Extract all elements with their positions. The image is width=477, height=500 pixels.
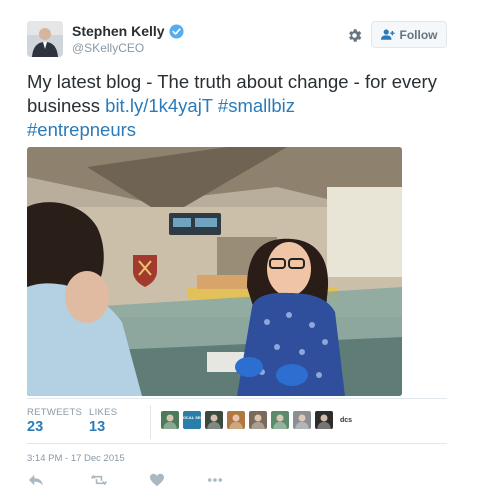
hashtag-entrepneurs[interactable]: #entrepneurs (27, 119, 136, 140)
retweeter-avatar-label: LOCAL SEO (183, 415, 201, 420)
follow-button[interactable]: Follow (371, 21, 447, 48)
likes-count[interactable]: 13 (89, 419, 105, 435)
tweet-link[interactable]: bit.ly/1k4yajT (105, 95, 213, 116)
hashtag-smallbiz[interactable]: #smallbiz (218, 95, 295, 116)
stats-top-divider (27, 398, 447, 399)
retweeter-avatars: LOCAL SEO dcs (161, 411, 359, 429)
stats-bottom-divider (27, 443, 447, 444)
author-name[interactable]: Stephen Kelly (72, 23, 165, 39)
retweeter-avatar[interactable] (249, 411, 267, 429)
reply-icon[interactable] (27, 473, 45, 487)
retweeter-avatar[interactable]: dcs (337, 411, 355, 429)
retweeter-avatar[interactable] (205, 411, 223, 429)
retweets-count[interactable]: 23 (27, 419, 43, 435)
heart-icon[interactable] (148, 473, 166, 487)
retweeter-avatar-label: dcs (340, 417, 352, 424)
retweeter-avatar[interactable] (315, 411, 333, 429)
add-user-icon (380, 29, 395, 40)
retweeter-avatar[interactable] (271, 411, 289, 429)
author-avatar[interactable] (27, 21, 63, 57)
tweet-timestamp[interactable]: 3:14 PM - 17 Dec 2015 (27, 453, 125, 464)
likes-label[interactable]: LIKES (89, 407, 117, 418)
retweeter-avatar[interactable] (161, 411, 179, 429)
tweet-text: My latest blog - The truth about change … (27, 70, 447, 142)
retweeter-avatar[interactable] (227, 411, 245, 429)
retweeter-avatar[interactable]: LOCAL SEO (183, 411, 201, 429)
retweeter-avatar[interactable] (293, 411, 311, 429)
retweet-icon[interactable] (90, 473, 108, 487)
shop-counter-photo (27, 147, 402, 396)
more-dots-icon[interactable] (206, 473, 224, 487)
stats-separator (150, 405, 151, 439)
gear-icon[interactable] (346, 27, 363, 44)
verified-badge-icon (169, 23, 184, 39)
author-avatar-image (27, 21, 63, 57)
follow-button-label: Follow (399, 27, 438, 42)
retweets-label[interactable]: RETWEETS (27, 407, 82, 418)
author-name-row: Stephen Kelly (72, 23, 184, 39)
tweet-media-photo[interactable] (27, 147, 402, 396)
author-handle[interactable]: @SKellyCEO (72, 41, 144, 55)
